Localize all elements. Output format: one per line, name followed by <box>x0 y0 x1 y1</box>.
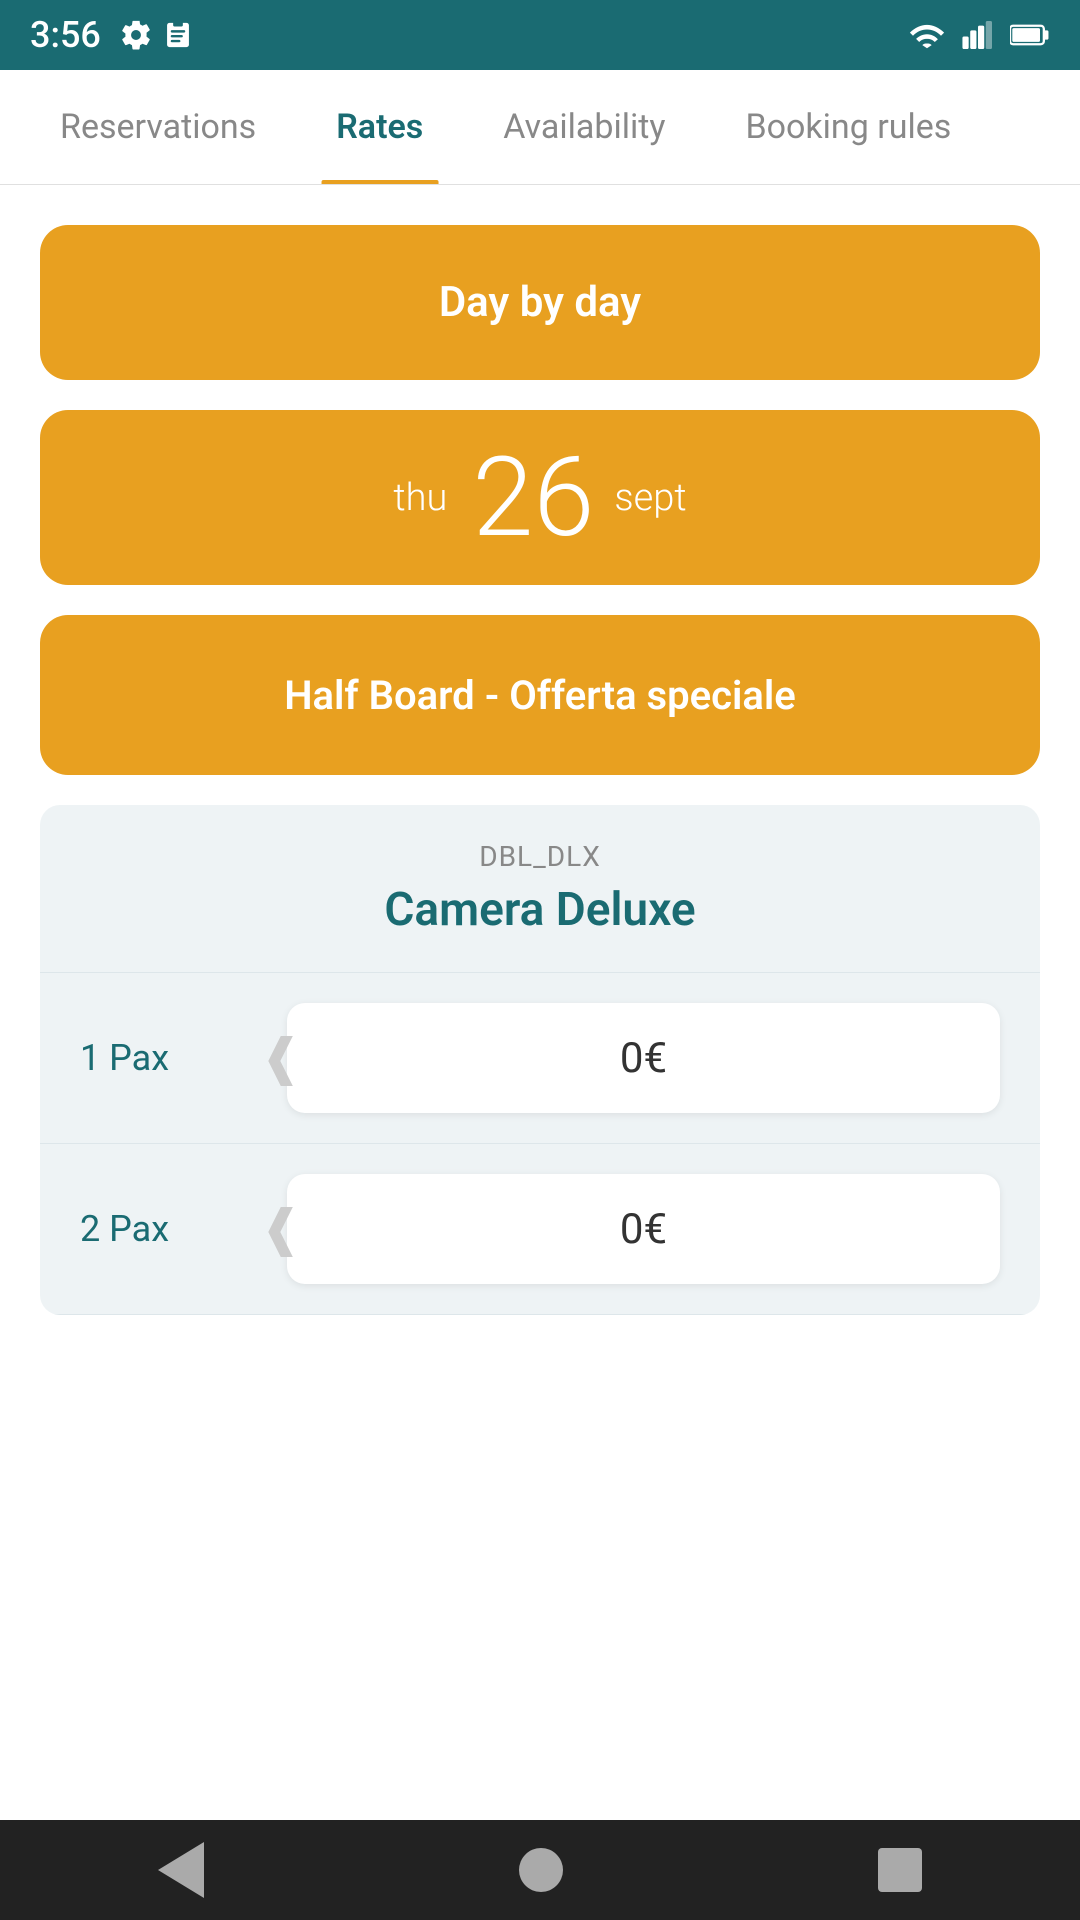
tab-reservations[interactable]: Reservations <box>20 70 296 184</box>
room-code: DBL_DLX <box>80 840 1000 873</box>
meal-plan-button[interactable]: Half Board - Offerta speciale <box>40 615 1040 775</box>
day-by-day-button[interactable]: Day by day <box>40 225 1040 380</box>
bottom-nav <box>0 1820 1080 1920</box>
date-number: 26 <box>472 443 594 553</box>
pax-2-input[interactable]: 0€ <box>287 1174 1000 1284</box>
wifi-icon <box>908 21 946 49</box>
date-button[interactable]: thu 26 sept <box>40 410 1040 585</box>
gear-icon <box>119 18 153 52</box>
room-name: Camera Deluxe <box>80 883 1000 937</box>
status-time: 3:56 <box>30 14 101 56</box>
date-day: thu <box>393 476 447 520</box>
nav-tabs: Reservations Rates Availability Booking … <box>0 70 1080 185</box>
tab-availability[interactable]: Availability <box>463 70 705 184</box>
home-icon <box>519 1848 563 1892</box>
status-bar-right <box>908 21 1050 49</box>
pax-2-label: 2 Pax <box>80 1208 260 1250</box>
pax-1-arrow-icon: ❰ <box>260 1033 302 1083</box>
pax-row-1: 1 Pax ❰ 0€ <box>40 973 1040 1144</box>
home-button[interactable] <box>519 1848 563 1892</box>
recent-button[interactable] <box>878 1848 922 1892</box>
pax-2-arrow-icon: ❰ <box>260 1204 302 1254</box>
tab-booking-rules[interactable]: Booking rules <box>705 70 991 184</box>
back-button[interactable] <box>158 1842 204 1898</box>
status-bar: 3:56 <box>0 0 1080 70</box>
room-card-header: DBL_DLX Camera Deluxe <box>40 805 1040 973</box>
tab-rates[interactable]: Rates <box>296 70 463 184</box>
date-month: sept <box>614 476 686 520</box>
pax-2-input-container: ❰ 0€ <box>260 1174 1000 1284</box>
recent-icon <box>878 1848 922 1892</box>
status-bar-left: 3:56 <box>30 14 193 56</box>
status-icons <box>119 18 193 52</box>
pax-1-input-container: ❰ 0€ <box>260 1003 1000 1113</box>
clipboard-icon <box>163 18 193 52</box>
room-card: DBL_DLX Camera Deluxe 1 Pax ❰ 0€ 2 Pax ❰… <box>40 805 1040 1315</box>
battery-icon <box>1010 21 1050 49</box>
signal-icon <box>962 21 994 49</box>
pax-1-label: 1 Pax <box>80 1037 260 1079</box>
back-icon <box>158 1842 204 1898</box>
pax-row-2: 2 Pax ❰ 0€ <box>40 1144 1040 1315</box>
pax-1-input[interactable]: 0€ <box>287 1003 1000 1113</box>
main-content: Day by day thu 26 sept Half Board - Offe… <box>0 185 1080 1415</box>
